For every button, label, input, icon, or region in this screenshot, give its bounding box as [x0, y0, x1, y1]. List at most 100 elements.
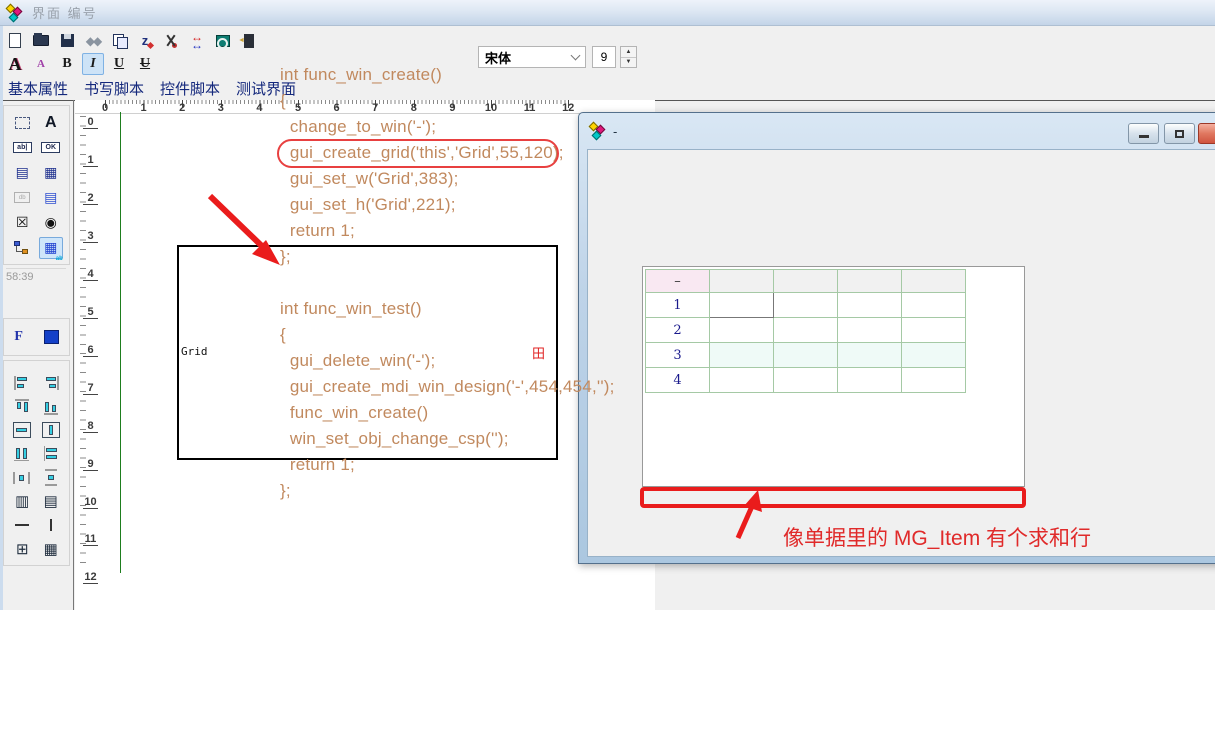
maximize-button[interactable] — [1164, 123, 1195, 144]
minimize-button[interactable] — [1128, 123, 1159, 144]
bold-button[interactable]: B — [56, 53, 78, 75]
grid-cell[interactable] — [902, 368, 966, 393]
grid-small-icon[interactable]: ⊞ — [10, 538, 34, 560]
same-width-icon[interactable] — [10, 443, 34, 465]
select-marquee-icon[interactable] — [10, 112, 34, 134]
grid-row: 3 — [646, 343, 966, 368]
grid-cell[interactable] — [902, 343, 966, 368]
font-color-button[interactable]: A — [4, 53, 26, 75]
annotation-rectangle — [640, 487, 1026, 508]
grid-header-row: – — [646, 270, 966, 293]
ruler-number: 12 — [561, 102, 575, 114]
grid-selected-cell[interactable] — [710, 293, 774, 318]
new-file-icon[interactable] — [4, 30, 26, 51]
list-icon[interactable]: ▤ — [39, 187, 63, 209]
columns-icon[interactable]: ▥ — [10, 491, 34, 513]
fill-color-swatch[interactable] — [44, 330, 59, 344]
grid-header-cell[interactable] — [838, 270, 902, 293]
tab-basic-properties[interactable]: 基本属性 — [8, 78, 68, 100]
ruler-number: 2 — [175, 102, 189, 114]
font-family-select[interactable]: 宋体 — [478, 46, 586, 68]
grid-cell[interactable] — [774, 318, 838, 343]
tab-write-script[interactable]: 书写脚本 — [84, 78, 144, 100]
grid-cell[interactable] — [774, 293, 838, 318]
vertical-ruler: 0123456789101112 — [75, 114, 101, 610]
grid-cell[interactable] — [838, 318, 902, 343]
grid-row: 4 — [646, 368, 966, 393]
space-vertical-icon[interactable] — [39, 467, 63, 489]
textbox-ab-icon[interactable]: ab| — [10, 137, 34, 159]
grid-cell[interactable] — [902, 318, 966, 343]
radio-icon[interactable]: ◉ — [39, 212, 63, 234]
space-horizontal-icon[interactable] — [10, 467, 34, 489]
code-line: gui_delete_win('-'); — [280, 348, 435, 374]
format-toolbar: A A B I U U — [4, 52, 156, 76]
exit-door-icon[interactable] — [238, 30, 260, 51]
grid-row-header[interactable]: 4 — [646, 368, 710, 393]
strikethrough-button[interactable]: U — [134, 53, 156, 75]
script-z-icon[interactable]: z — [134, 30, 156, 51]
vertical-line-icon[interactable] — [39, 514, 63, 536]
underline-button[interactable]: U — [108, 53, 130, 75]
grid-cell[interactable] — [774, 368, 838, 393]
grid-cell[interactable] — [774, 343, 838, 368]
close-button[interactable]: × — [1198, 123, 1215, 144]
grid-control-label: Grid — [181, 345, 208, 358]
memo-icon[interactable]: ▤ — [10, 162, 34, 184]
font-size-input[interactable]: 9 — [592, 46, 616, 68]
align-right-icon[interactable] — [39, 372, 63, 394]
grid-corner-cell[interactable]: – — [646, 270, 710, 293]
tab-control-script[interactable]: 控件脚本 — [160, 78, 220, 100]
child-window-icon — [589, 122, 607, 140]
maximize-icon — [1175, 130, 1184, 138]
grid-header-cell[interactable] — [902, 270, 966, 293]
rows-icon[interactable]: ▤ — [39, 491, 63, 513]
view-search-icon[interactable] — [212, 30, 234, 51]
grid-cell[interactable] — [902, 293, 966, 318]
italic-button[interactable]: I — [82, 53, 104, 75]
grid-cell[interactable] — [710, 368, 774, 393]
grid-control-panel[interactable]: – 1 2 — [642, 266, 1025, 487]
same-height-icon[interactable] — [39, 443, 63, 465]
horizontal-line-icon[interactable] — [10, 514, 34, 536]
small-char-button[interactable]: A — [30, 53, 52, 75]
grid-cell[interactable] — [710, 318, 774, 343]
grid-cell[interactable] — [838, 368, 902, 393]
ruler-number: 10 — [83, 496, 98, 509]
font-f-button[interactable]: F — [14, 329, 23, 345]
grid-row-header[interactable]: 2 — [646, 318, 710, 343]
grid-cell[interactable] — [838, 343, 902, 368]
grid-header-cell[interactable] — [774, 270, 838, 293]
grid-cell[interactable] — [710, 343, 774, 368]
grid-handle-icon[interactable]: 田 — [532, 343, 545, 362]
center-horizontal-icon[interactable] — [10, 419, 34, 441]
cut-icon[interactable] — [160, 30, 182, 51]
copy-icon[interactable] — [108, 30, 130, 51]
table-icon[interactable]: ▦ — [39, 538, 63, 560]
checkbox-icon[interactable]: ☒ — [10, 212, 34, 234]
form-icon[interactable]: ▦ — [39, 162, 63, 184]
spin-up-icon[interactable]: ▲ — [621, 47, 636, 58]
grid-cell[interactable] — [838, 293, 902, 318]
annotation-arrow-up — [722, 486, 782, 544]
text-a-icon[interactable]: A — [39, 112, 63, 134]
save-icon[interactable] — [56, 30, 78, 51]
grid-row-header[interactable]: 3 — [646, 343, 710, 368]
align-bottom-icon[interactable] — [39, 396, 63, 418]
child-window-titlebar[interactable]: - — [579, 113, 1215, 149]
ok-button-icon[interactable]: OK — [39, 137, 63, 159]
grid-tool-icon[interactable]: ▦ab — [39, 237, 63, 259]
swap-arrows-icon[interactable]: ↔↔ — [186, 30, 208, 51]
spin-down-icon[interactable]: ▼ — [621, 58, 636, 68]
center-vertical-icon[interactable] — [39, 419, 63, 441]
ruler-number: 9 — [445, 102, 459, 114]
open-folder-icon[interactable] — [30, 30, 52, 51]
grid-header-cell[interactable] — [710, 270, 774, 293]
align-left-icon[interactable] — [10, 372, 34, 394]
spray-icon[interactable]: ◆◆ — [82, 30, 104, 51]
align-top-icon[interactable] — [10, 396, 34, 418]
app-titlebar[interactable]: 界面 编号 — [0, 0, 1215, 26]
font-fill-group: F — [3, 318, 70, 356]
grid-row-header[interactable]: 1 — [646, 293, 710, 318]
tree-icon[interactable] — [10, 237, 34, 259]
